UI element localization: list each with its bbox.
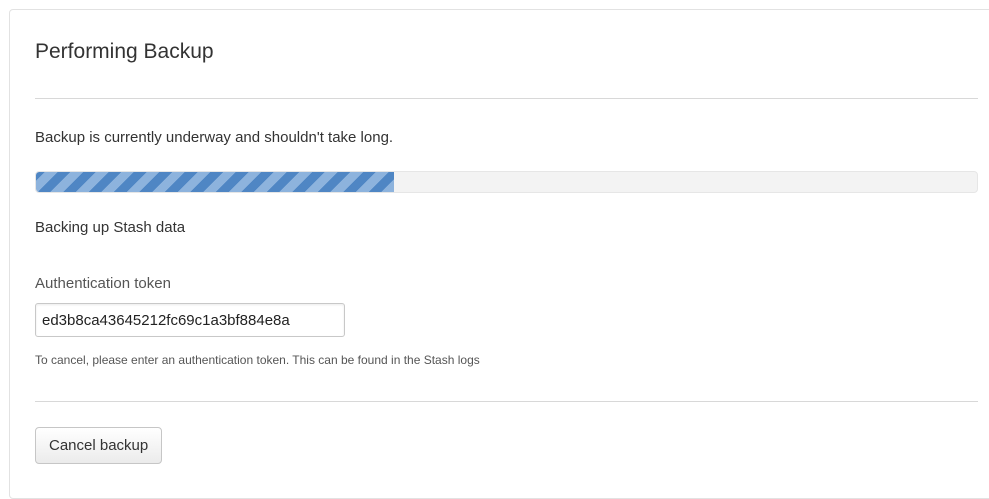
backup-progress-bar bbox=[35, 171, 978, 193]
divider bbox=[35, 401, 978, 402]
backup-status: Backing up Stash data bbox=[35, 219, 186, 236]
auth-token-help: To cancel, please enter an authenticatio… bbox=[35, 353, 480, 367]
backup-panel bbox=[9, 9, 989, 499]
progress-fill bbox=[36, 172, 394, 192]
auth-token-label: Authentication token bbox=[35, 275, 171, 292]
divider bbox=[35, 98, 978, 99]
backup-message: Backup is currently underway and shouldn… bbox=[35, 129, 394, 146]
page-title: Performing Backup bbox=[35, 40, 214, 63]
cancel-backup-button[interactable]: Cancel backup bbox=[35, 427, 163, 464]
auth-token-input[interactable] bbox=[35, 303, 345, 337]
